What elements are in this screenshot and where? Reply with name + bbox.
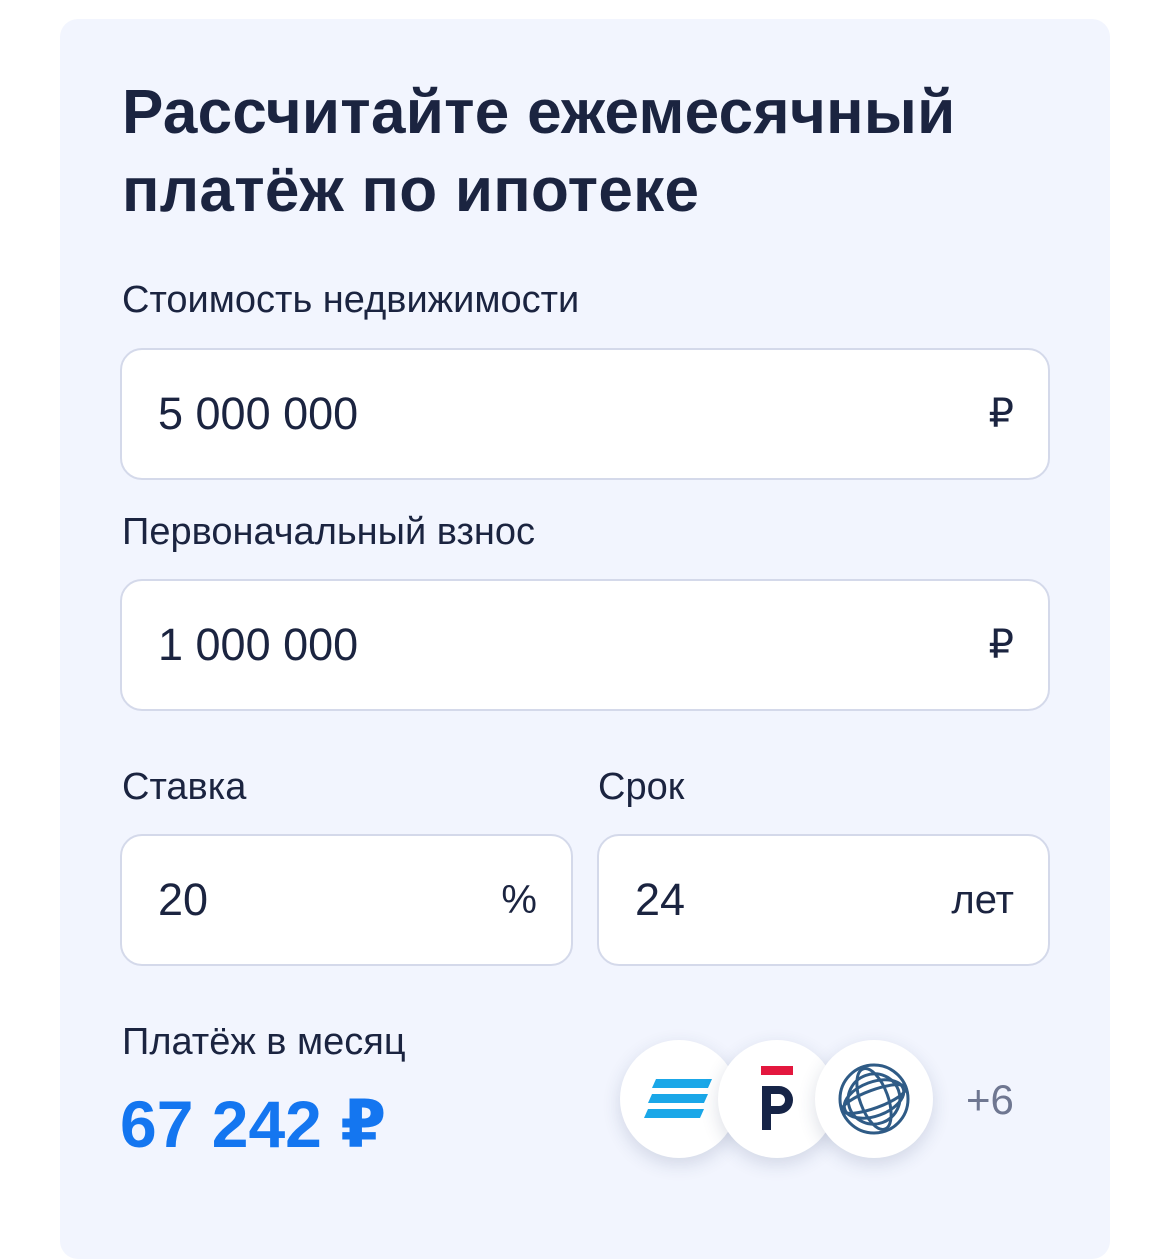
term-label: Срок bbox=[598, 766, 685, 808]
monthly-payment-amount: 67 242 ₽ bbox=[120, 1087, 387, 1161]
stripes-bank-logo-icon bbox=[644, 1079, 712, 1118]
ruble-sign: ₽ bbox=[988, 392, 1014, 436]
rate-field[interactable]: 20 % bbox=[120, 834, 573, 966]
property-cost-label: Стоимость недвижимости bbox=[122, 279, 580, 321]
calculator-title: Рассчитайте ежемесячный платёж по ипотек… bbox=[122, 78, 956, 225]
more-banks-count[interactable]: +6 bbox=[966, 1076, 1014, 1124]
globe-bank-logo-icon bbox=[838, 1063, 910, 1135]
bank-logo-globe[interactable] bbox=[815, 1040, 933, 1158]
ruble-sign: ₽ bbox=[988, 623, 1014, 667]
down-payment-label: Первоначальный взнос bbox=[122, 511, 536, 553]
term-field[interactable]: 24 лет bbox=[597, 834, 1050, 966]
term-value: 24 bbox=[635, 874, 686, 925]
percent-sign: % bbox=[501, 877, 537, 922]
rate-label: Ставка bbox=[122, 766, 247, 808]
rate-value: 20 bbox=[158, 874, 209, 925]
down-payment-field[interactable]: 1 000 000 ₽ bbox=[120, 579, 1050, 711]
property-cost-value: 5 000 000 bbox=[158, 388, 359, 439]
term-unit: лет bbox=[951, 877, 1014, 922]
property-cost-field[interactable]: 5 000 000 ₽ bbox=[120, 348, 1050, 480]
monthly-payment-label: Платёж в месяц bbox=[122, 1021, 406, 1063]
p-bank-logo-icon bbox=[761, 1066, 793, 1130]
down-payment-value: 1 000 000 bbox=[158, 619, 359, 670]
